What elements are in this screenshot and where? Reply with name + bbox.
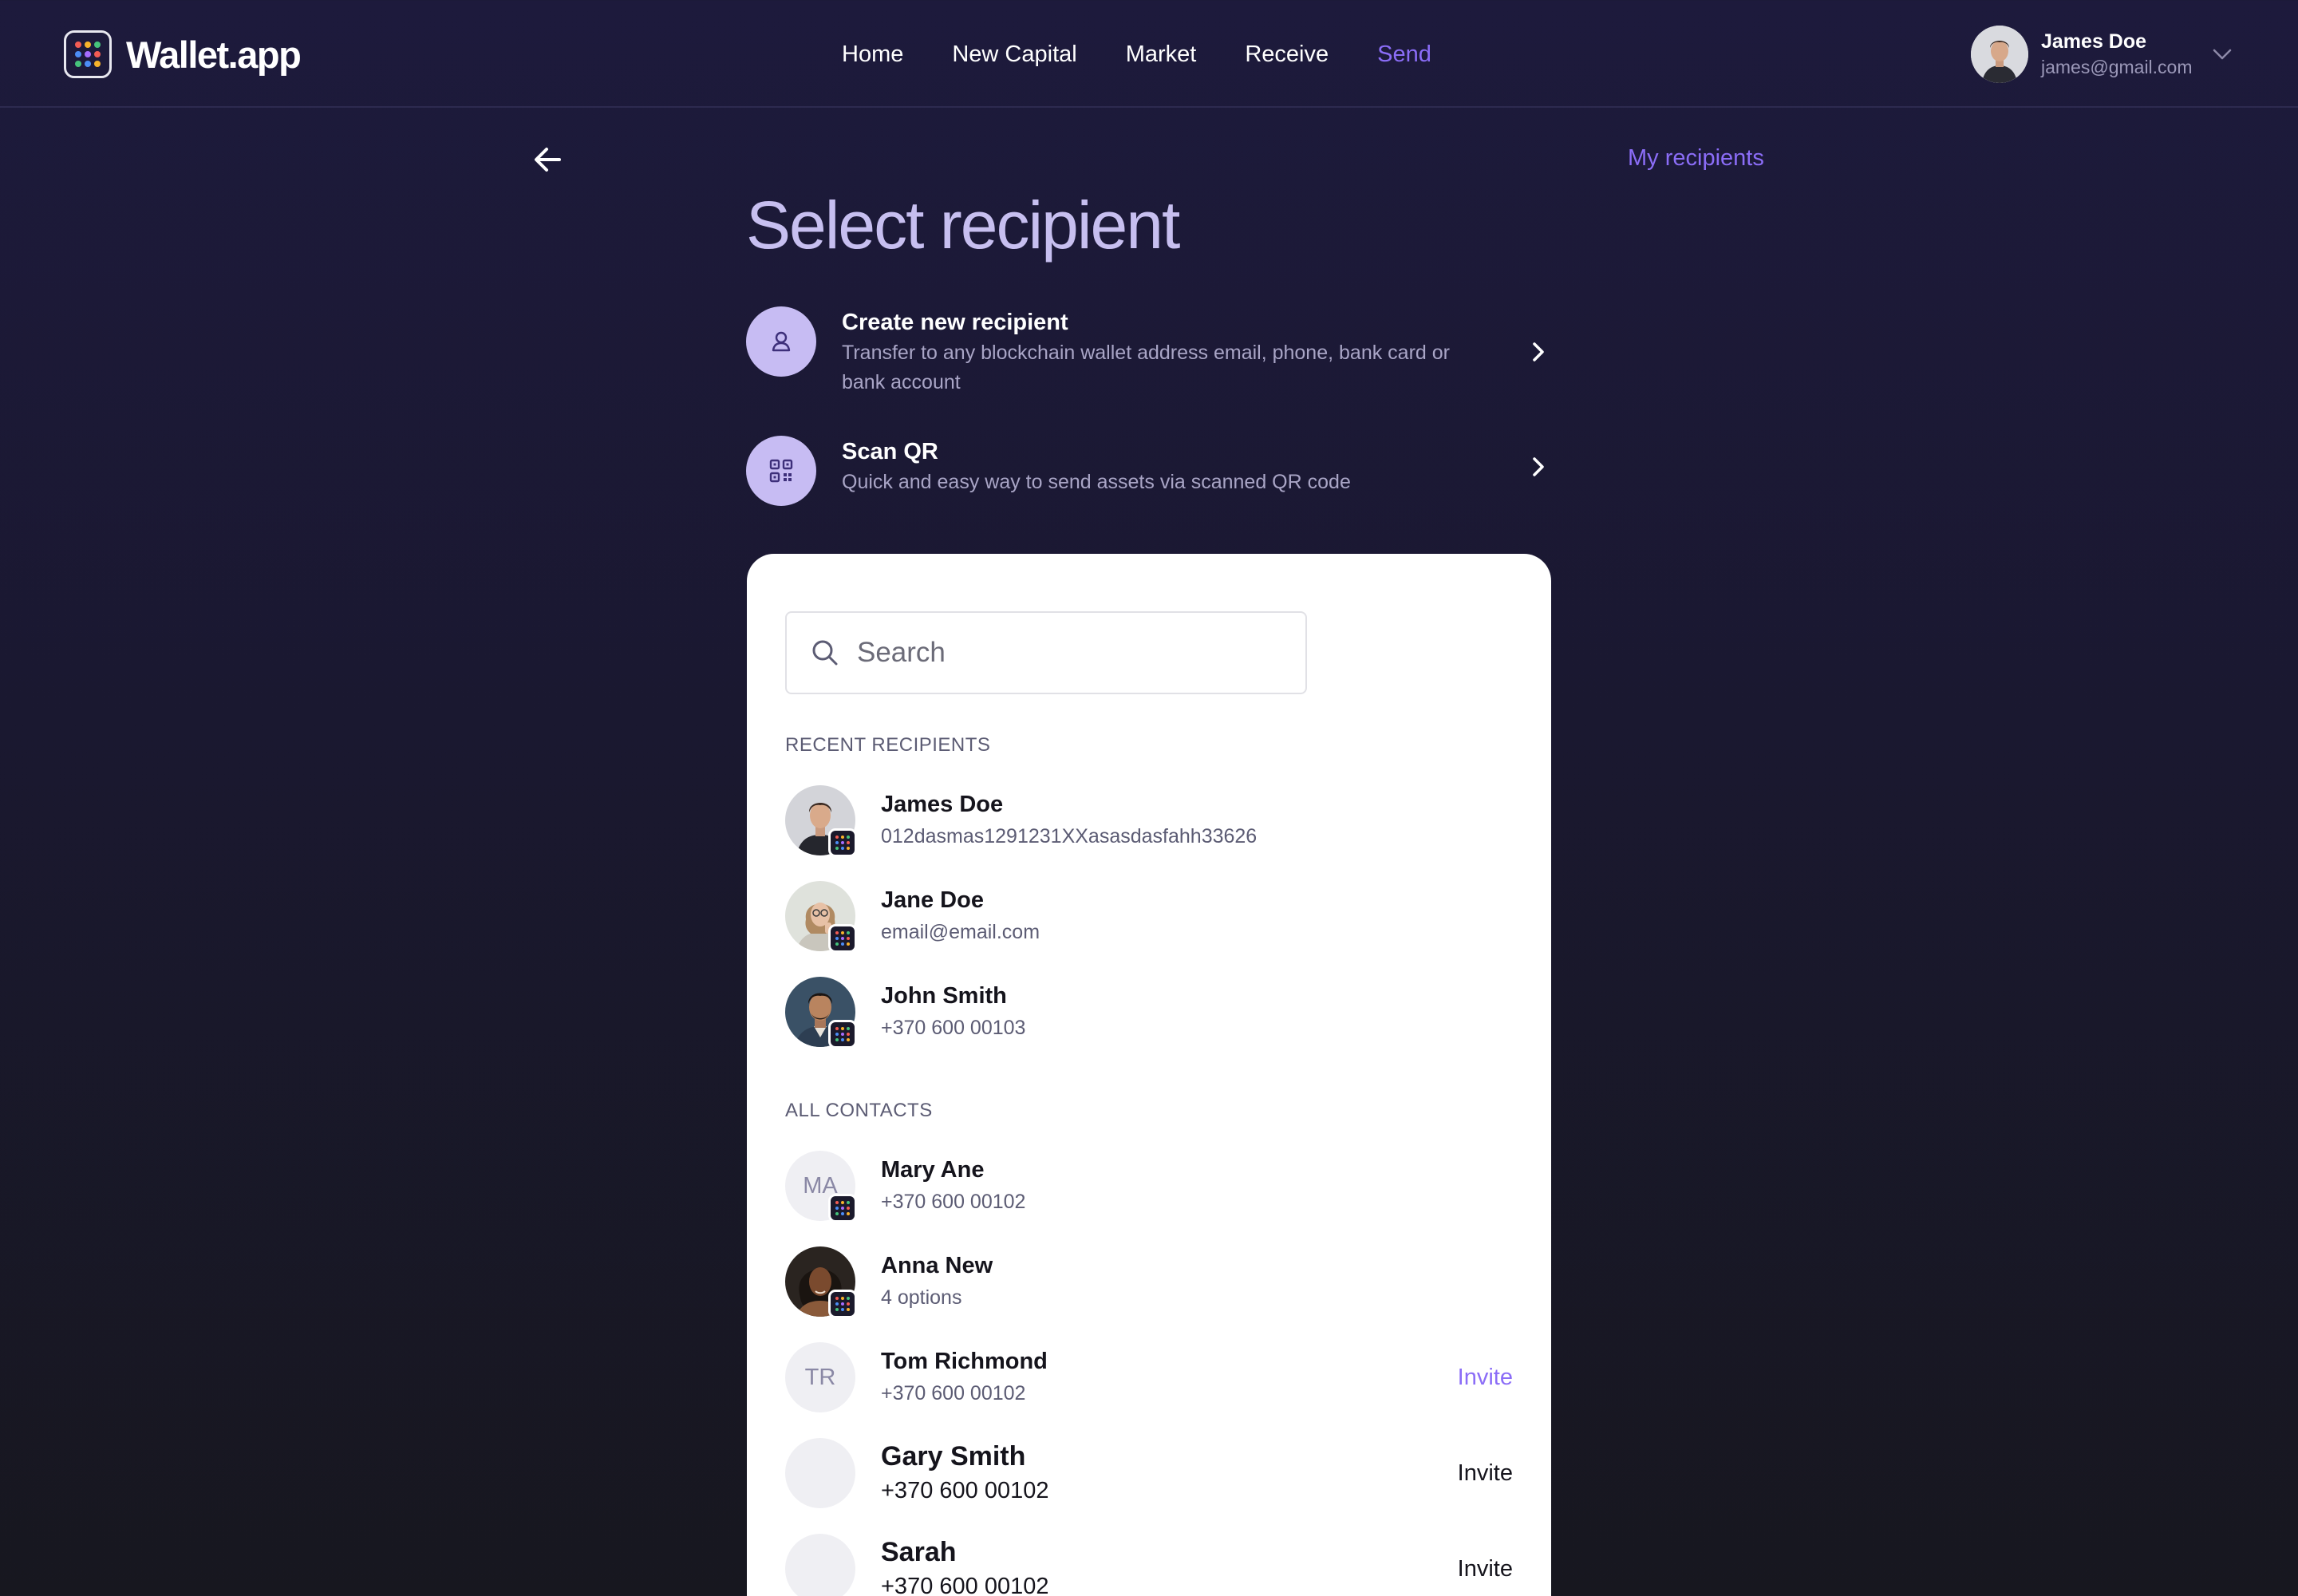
user-menu[interactable]: James Doe james@gmail.com <box>1971 24 2234 85</box>
avatar: MA <box>785 1151 857 1223</box>
recipients-card: RECENT RECIPIENTS James Doe 012dasmas1 <box>747 554 1551 1596</box>
wallet-badge-icon <box>828 1194 857 1223</box>
user-email: james@gmail.com <box>2041 57 2193 77</box>
invite-button[interactable]: Invite <box>1458 1556 1513 1582</box>
nav-send[interactable]: Send <box>1377 38 1431 70</box>
recipient-detail: +370 600 00103 <box>881 1017 1026 1039</box>
back-arrow-icon[interactable] <box>531 142 566 177</box>
app-name: Wallet.app <box>126 33 302 76</box>
contact-detail: 4 options <box>881 1286 962 1309</box>
avatar-placeholder <box>785 1438 855 1508</box>
brand[interactable]: Wallet.app <box>64 30 302 78</box>
scan-qr-option[interactable]: Scan QR Quick and easy way to send asset… <box>746 436 1552 506</box>
all-contacts-label: ALL CONTACTS <box>785 1100 933 1121</box>
avatar <box>785 785 857 857</box>
invite-button[interactable]: Invite <box>1458 1365 1513 1391</box>
create-new-recipient-option[interactable]: Create new recipient Transfer to any blo… <box>746 306 1552 397</box>
contact-detail: +370 600 00102 <box>881 1574 1049 1596</box>
contact-name: Anna New <box>881 1253 993 1278</box>
main-nav: Home New Capital Market Receive Send <box>842 38 1480 70</box>
avatar: TR <box>785 1342 855 1412</box>
search-box[interactable] <box>785 611 1307 694</box>
qr-code-icon <box>769 459 793 483</box>
list-item[interactable]: John Smith +370 600 00103 <box>785 977 1513 1049</box>
list-item[interactable]: James Doe 012dasmas1291231XXasasdasfahh3… <box>785 785 1513 857</box>
chevron-right-icon <box>1533 457 1544 476</box>
option-icon-bg <box>746 436 816 506</box>
chevron-right-icon <box>1533 342 1544 361</box>
recipient-name: John Smith <box>881 983 1007 1009</box>
wallet-badge-icon <box>828 924 857 953</box>
wallet-logo-icon <box>64 30 112 78</box>
contact-name: Tom Richmond <box>881 1349 1048 1374</box>
nav-market[interactable]: Market <box>1126 38 1197 70</box>
list-item[interactable]: Jane Doe email@email.com <box>785 881 1513 953</box>
nav-new-capital[interactable]: New Capital <box>952 38 1076 70</box>
option-icon-bg <box>746 306 816 377</box>
avatar <box>1971 26 2028 83</box>
contact-detail: +370 600 00102 <box>881 1478 1049 1503</box>
avatar-initials: TR <box>785 1342 855 1412</box>
chevron-down-icon[interactable] <box>2210 42 2234 66</box>
recipient-detail: email@email.com <box>881 921 1040 943</box>
list-item[interactable]: Gary Smith +370 600 00102 Invite <box>785 1438 1513 1508</box>
search-input[interactable] <box>857 637 1272 669</box>
avatar <box>785 881 857 953</box>
recent-recipients-label: RECENT RECIPIENTS <box>785 734 991 756</box>
avatar-placeholder <box>785 1534 855 1596</box>
avatar <box>785 977 857 1049</box>
list-item[interactable]: MA Mary Ane +370 600 00102 <box>785 1151 1513 1223</box>
option-description: Quick and easy way to send assets via sc… <box>842 471 1351 493</box>
user-photo-icon <box>1971 26 2028 83</box>
recipient-name: James Doe <box>881 792 1004 817</box>
wallet-badge-icon <box>828 1290 857 1318</box>
list-item[interactable]: Anna New 4 options <box>785 1246 1513 1318</box>
contact-name: Mary Ane <box>881 1157 985 1183</box>
top-bar: Wallet.app Home New Capital Market Recei… <box>0 0 2298 108</box>
avatar <box>785 1438 855 1508</box>
wallet-badge-icon <box>828 828 857 857</box>
contact-detail: +370 600 00102 <box>881 1191 1026 1213</box>
invite-button[interactable]: Invite <box>1458 1460 1513 1487</box>
user-name: James Doe <box>2041 30 2147 53</box>
contact-name: Gary Smith <box>881 1441 1026 1472</box>
avatar <box>785 1246 857 1318</box>
my-recipients-link[interactable]: My recipients <box>1628 145 1764 172</box>
option-description: Transfer to any blockchain wallet addres… <box>842 342 1450 393</box>
option-title: Scan QR <box>842 439 938 464</box>
nav-home[interactable]: Home <box>842 38 903 70</box>
recipient-name: Jane Doe <box>881 887 984 913</box>
search-icon <box>812 640 838 666</box>
list-item[interactable]: Sarah +370 600 00102 Invite <box>785 1534 1513 1596</box>
wallet-badge-icon <box>828 1020 857 1049</box>
recipient-detail: 012dasmas1291231XXasasdasfahh33626 <box>881 825 1258 847</box>
list-item[interactable]: TR Tom Richmond +370 600 00102 Invite <box>785 1342 1513 1412</box>
avatar <box>785 1534 855 1596</box>
person-icon <box>772 331 791 352</box>
nav-receive[interactable]: Receive <box>1245 38 1329 70</box>
option-title: Create new recipient <box>842 310 1068 335</box>
contact-detail: +370 600 00102 <box>881 1382 1026 1404</box>
page-title: Select recipient <box>746 188 1180 263</box>
contact-name: Sarah <box>881 1537 957 1567</box>
